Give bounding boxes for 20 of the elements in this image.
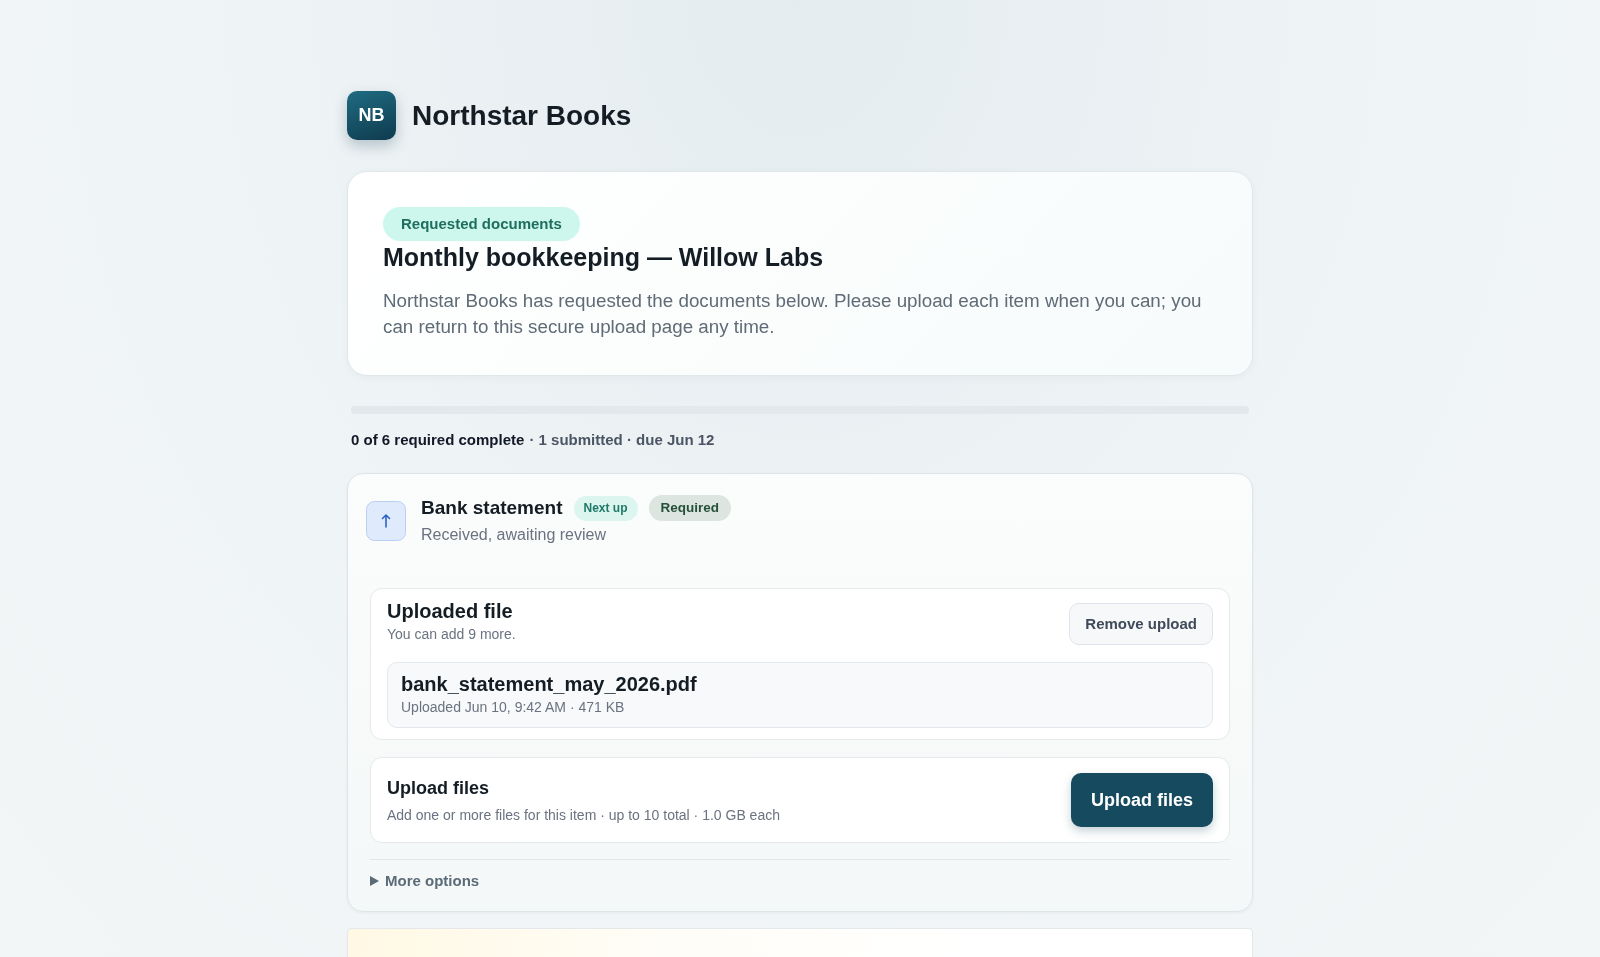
upload-title: Upload files (387, 776, 490, 800)
file-name: bank_statement_may_2026.pdf (401, 672, 698, 697)
requested-badge: Requested documents (383, 207, 580, 241)
brand-name: Northstar Books (412, 98, 632, 133)
required-badge: Required (648, 495, 732, 521)
panel-title: Uploaded file (387, 599, 514, 624)
item-title: Bank statement (421, 496, 563, 520)
request-title: Monthly bookkeeping — Willow Labs (383, 242, 825, 272)
file-meta: Uploaded Jun 10, 9:42 AM · 471 KB (401, 698, 626, 717)
upload-hint: Add one or more files for this item · up to 10 total · 1.0 GB each (387, 805, 780, 825)
status-badge: Next up (573, 495, 638, 521)
remaining-note: You can add 9 more. (387, 625, 516, 644)
progress-summary: 0 of 6 required complete (351, 431, 525, 449)
brand-logo: NB (347, 91, 396, 140)
progress-details: · 1 submitted · due Jun 12 (529, 431, 715, 449)
remove-upload-button[interactable]: Remove upload (1069, 603, 1213, 645)
upload-files-button[interactable]: Upload files (1071, 773, 1213, 827)
request-description: Northstar Books has requested the documents below. Please upload each item when you can; you can return to this secure upload page any time. (383, 289, 1203, 339)
more-options-toggle[interactable]: More options (370, 871, 480, 891)
item-status: Received, awaiting review (421, 525, 607, 545)
